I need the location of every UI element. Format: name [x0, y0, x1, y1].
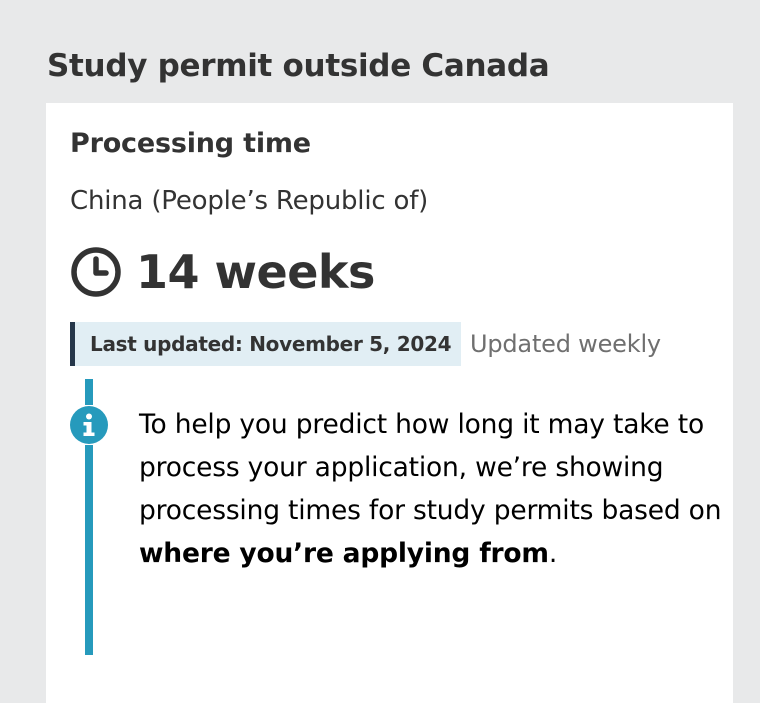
update-frequency: Updated weekly [470, 330, 661, 358]
country-name: China (People’s Republic of) [70, 186, 429, 216]
info-message-emphasis: where you’re applying from [139, 538, 549, 569]
clock-icon [71, 247, 121, 297]
info-icon [70, 406, 108, 444]
processing-time-card: Processing time China (People’s Republic… [46, 103, 733, 703]
update-info-row: Last updated: November 5, 2024 Updated w… [70, 322, 661, 366]
page-title: Study permit outside Canada [47, 48, 550, 84]
info-message: To help you predict how long it may take… [139, 403, 724, 575]
info-message-end: . [548, 538, 558, 569]
last-updated-badge: Last updated: November 5, 2024 [70, 322, 461, 366]
processing-duration: 14 weeks [70, 241, 375, 303]
processing-duration-value: 14 weeks [136, 245, 375, 299]
processing-time-heading: Processing time [70, 128, 311, 159]
info-icon-container [69, 405, 109, 445]
info-message-start: To help you predict how long it may take… [139, 409, 722, 526]
